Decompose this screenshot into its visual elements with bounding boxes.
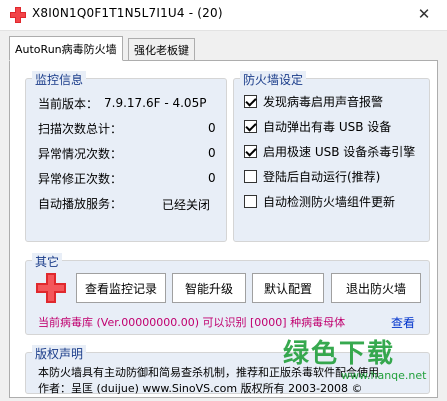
other-group: 其它 查看监控记录 智能升级 默认配置 退出防火墙 当前病毒库 (Ver.000… bbox=[25, 253, 430, 335]
option-label: 启用极速 USB 设备杀毒引擎 bbox=[263, 144, 416, 159]
watermark-title: 绿色下载 bbox=[283, 339, 396, 369]
monitor-info-group: 监控信息 当前版本： 7.9.17.6F - 4.05P 扫描次数总计： 0 异… bbox=[25, 71, 227, 242]
button-label: 智能升级 bbox=[184, 281, 233, 296]
version-row: 当前版本： bbox=[38, 94, 98, 112]
tab-label: AutoRun病毒防火墙 bbox=[15, 42, 117, 56]
option-check-updates[interactable]: 自动检测防火墙组件更新 bbox=[244, 192, 395, 210]
button-label: 默认配置 bbox=[263, 281, 312, 296]
fix-count-value: 0 bbox=[208, 171, 216, 185]
close-button[interactable]: ✕ bbox=[407, 2, 441, 26]
checkbox-fast-usb-engine[interactable] bbox=[244, 144, 257, 158]
checkbox-eject-usb[interactable] bbox=[244, 119, 257, 133]
scan-count-label: 扫描次数总计： bbox=[38, 121, 123, 136]
fix-count-label: 异常修正次数： bbox=[38, 171, 123, 186]
close-icon: ✕ bbox=[417, 5, 431, 23]
abnormal-count-value: 0 bbox=[208, 146, 216, 160]
upgrade-button[interactable]: 智能升级 bbox=[172, 273, 246, 303]
red-cross-icon bbox=[36, 273, 66, 303]
autoplay-value: 已经关闭 bbox=[162, 198, 211, 212]
option-label: 自动弹出有毒 USB 设备 bbox=[263, 119, 392, 134]
abnormal-count-row: 异常情况次数： bbox=[38, 144, 122, 162]
scan-count-row: 扫描次数总计： bbox=[38, 119, 122, 137]
checkbox-sound-alarm[interactable] bbox=[244, 94, 257, 108]
option-fast-usb-engine[interactable]: 启用极速 USB 设备杀毒引擎 bbox=[244, 142, 415, 160]
abnormal-count-label: 异常情况次数： bbox=[38, 146, 123, 161]
firewall-settings-group: 防火墙设定 发现病毒启用声音报警 自动弹出有毒 USB 设备 启用极速 USB … bbox=[233, 71, 430, 242]
autoplay-label: 自动播放服务： bbox=[38, 196, 123, 211]
fix-count-row: 异常修正次数： bbox=[38, 169, 122, 187]
checkbox-autorun-login[interactable] bbox=[244, 169, 257, 183]
option-autorun-login[interactable]: 登陆后自动运行(推荐) bbox=[244, 167, 380, 185]
red-cross-app-icon bbox=[10, 7, 26, 23]
scan-count-value: 0 bbox=[208, 121, 216, 135]
version-value: 7.9.17.6F - 4.05P bbox=[104, 96, 207, 110]
view-db-link[interactable]: 查看 bbox=[391, 314, 415, 331]
button-label: 退出防火墙 bbox=[345, 281, 406, 296]
option-eject-usb[interactable]: 自动弹出有毒 USB 设备 bbox=[244, 117, 391, 135]
window-title: X8I0N1Q0F1T1N5L7I1U4 - (20) bbox=[32, 6, 223, 20]
copyright-title: 版权声明 bbox=[32, 345, 87, 362]
autoplay-row: 自动播放服务： bbox=[38, 194, 122, 212]
view-log-button[interactable]: 查看监控记录 bbox=[76, 273, 166, 303]
exit-firewall-button[interactable]: 退出防火墙 bbox=[331, 273, 421, 303]
option-label: 自动检测防火墙组件更新 bbox=[263, 194, 396, 209]
title-bar: X8I0N1Q0F1T1N5L7I1U4 - (20) ✕ bbox=[0, 0, 447, 30]
tab-boss-key[interactable]: 强化老板键 bbox=[128, 38, 195, 60]
option-label: 发现病毒启用声音报警 bbox=[263, 94, 384, 109]
default-config-button[interactable]: 默认配置 bbox=[252, 273, 324, 303]
version-label: 当前版本： bbox=[38, 96, 99, 111]
button-label: 查看监控记录 bbox=[84, 281, 157, 296]
tab-label: 强化老板键 bbox=[134, 43, 189, 57]
option-label: 登陆后自动运行(推荐) bbox=[263, 169, 381, 184]
other-title: 其它 bbox=[32, 253, 63, 270]
option-sound-alarm[interactable]: 发现病毒启用声音报警 bbox=[244, 92, 383, 110]
tab-autorun-firewall[interactable]: AutoRun病毒防火墙 bbox=[9, 36, 123, 61]
checkbox-check-updates[interactable] bbox=[244, 194, 257, 208]
virus-db-status: 当前病毒库 (Ver.00000000.00) 可以识别 [0000] 种病毒母… bbox=[38, 316, 346, 329]
watermark-url: www.hanqe.net bbox=[341, 369, 427, 382]
firewall-settings-title: 防火墙设定 bbox=[240, 71, 307, 88]
watermark: 绿色下载 www.hanqe.net bbox=[283, 333, 443, 393]
monitor-info-title: 监控信息 bbox=[32, 71, 87, 88]
